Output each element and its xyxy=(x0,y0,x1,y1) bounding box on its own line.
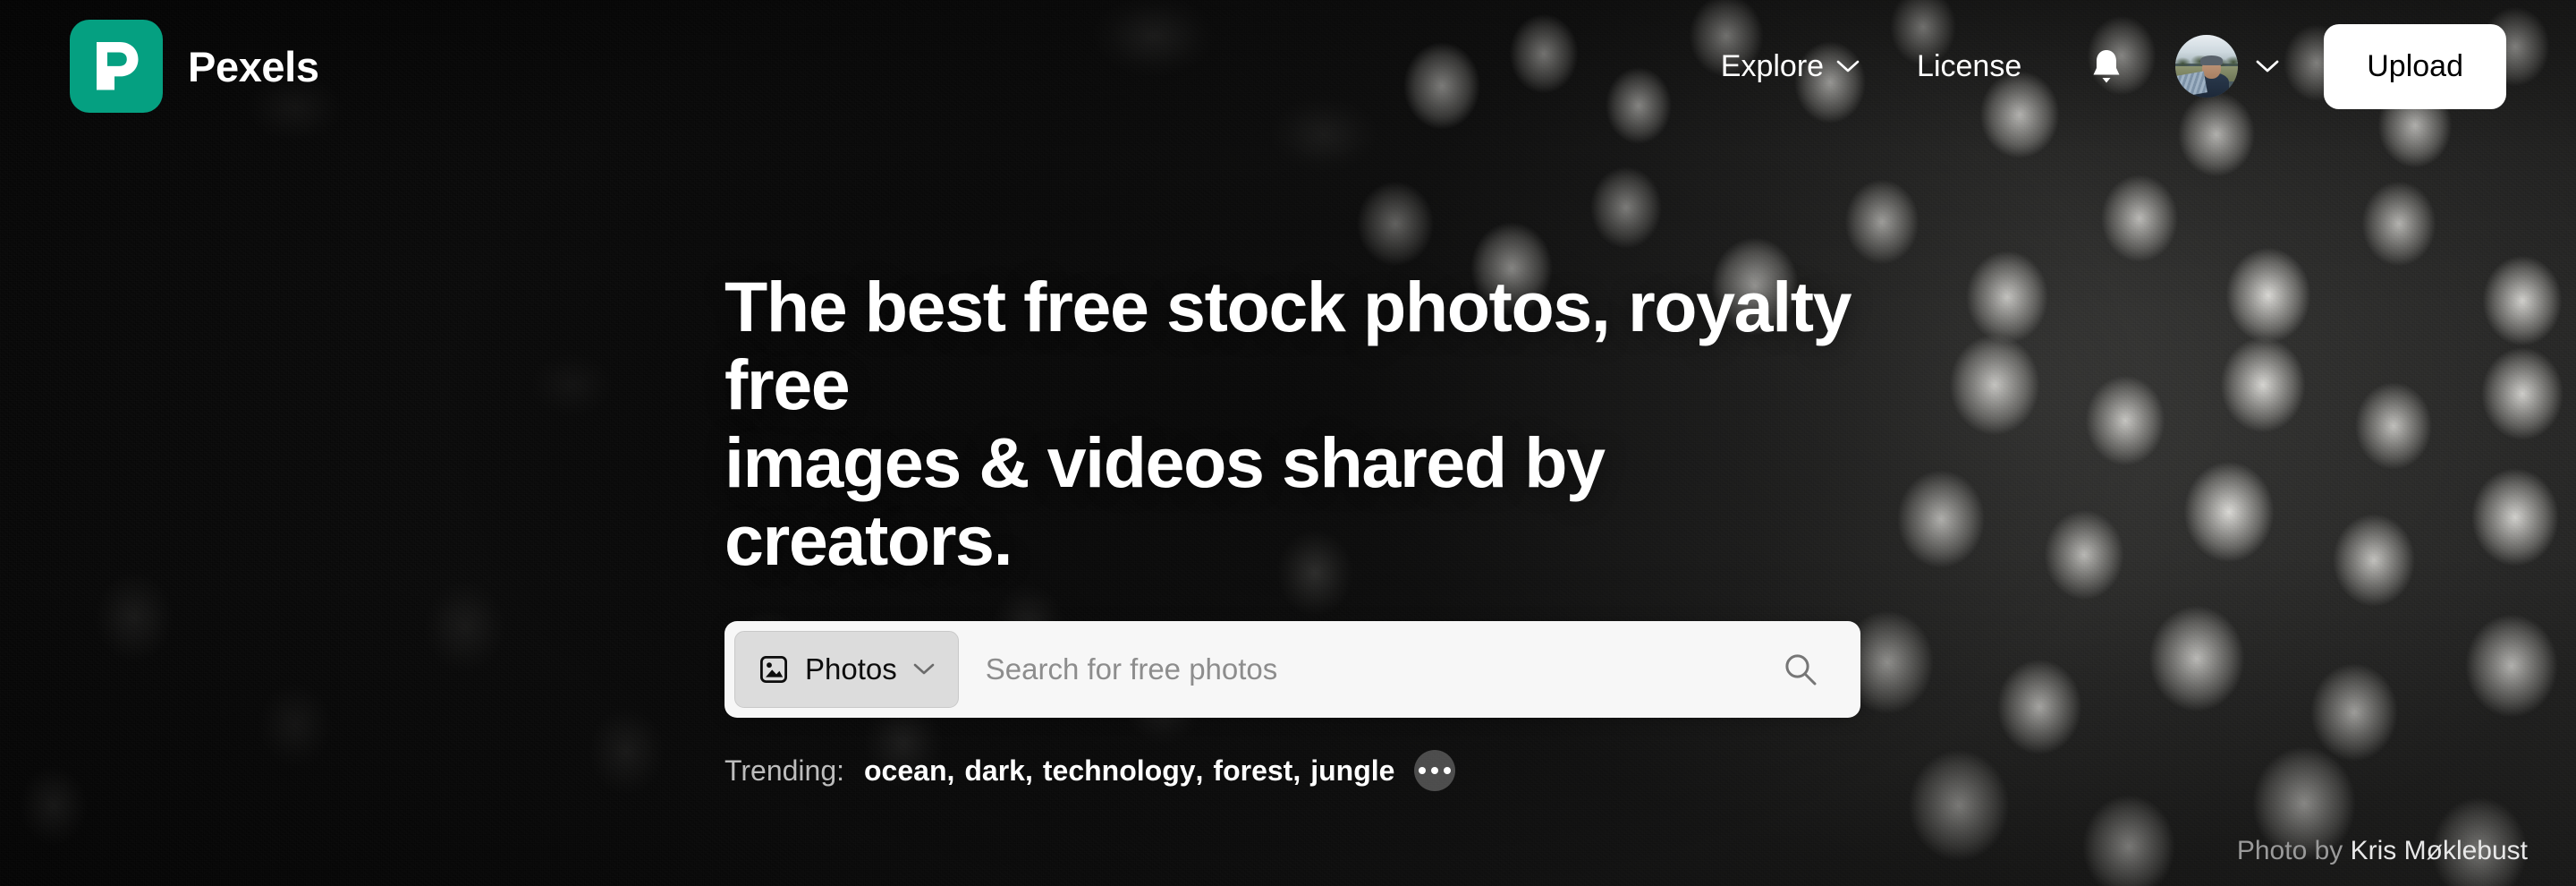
search-bar: Photos xyxy=(724,620,1860,718)
trending-more-button[interactable] xyxy=(1414,749,1456,791)
headline-line-2: images & videos shared by creators. xyxy=(724,422,1606,580)
trending-tag-ocean[interactable]: ocean xyxy=(864,756,946,785)
account-menu-button[interactable] xyxy=(2175,35,2279,98)
notifications-button[interactable] xyxy=(2073,33,2140,99)
search-input[interactable] xyxy=(958,630,1763,708)
search-submit-button[interactable] xyxy=(1763,632,1838,707)
nav-item-explore-label: Explore xyxy=(1720,49,1825,83)
chevron-down-icon xyxy=(2256,60,2279,72)
chevron-down-icon xyxy=(913,663,935,675)
upload-button[interactable]: Upload xyxy=(2324,23,2506,109)
headline-line-1: The best free stock photos, royalty free xyxy=(724,267,1852,424)
photo-credit-photographer[interactable]: Kris Møklebust xyxy=(2351,836,2528,865)
nav-item-license-label: License xyxy=(1917,49,2022,83)
pexels-logo-icon xyxy=(70,20,163,113)
trending-tag-jungle[interactable]: jungle xyxy=(1310,756,1394,785)
brand-name: Pexels xyxy=(188,42,319,90)
search-type-dropdown[interactable]: Photos xyxy=(734,630,959,708)
user-avatar xyxy=(2175,35,2239,98)
trending-tag-list: ocean, dark, technology, forest, jungle xyxy=(864,754,1395,787)
trending-label: Trending: xyxy=(724,754,844,787)
nav-item-explore[interactable]: Explore xyxy=(1692,51,1888,81)
ellipsis-icon-dot xyxy=(1444,766,1452,774)
trending-tag-forest[interactable]: forest xyxy=(1213,756,1292,785)
trending-tag-dark[interactable]: dark xyxy=(964,756,1025,785)
hero-section: Pexels Explore License Upload The best f… xyxy=(0,0,2576,886)
page-title: The best free stock photos, royalty free… xyxy=(724,268,1860,580)
bell-icon xyxy=(2093,50,2120,83)
photo-credit: Photo by Kris Møklebust xyxy=(2237,838,2528,865)
trending-tag-technology[interactable]: technology xyxy=(1043,756,1196,785)
hero-content: The best free stock photos, royalty free… xyxy=(724,268,1860,791)
ellipsis-icon-dot xyxy=(1419,766,1427,774)
image-icon xyxy=(760,655,788,683)
search-type-label: Photos xyxy=(805,652,897,686)
main-navigation: Explore License Upload xyxy=(1692,23,2506,109)
nav-item-license[interactable]: License xyxy=(1888,51,2050,81)
photo-credit-prefix: Photo by xyxy=(2236,836,2343,865)
trending-row: Trending: ocean, dark, technology, fores… xyxy=(724,749,1860,791)
ellipsis-icon-dot xyxy=(1431,766,1439,774)
search-icon xyxy=(1785,653,1817,686)
brand-home-link[interactable]: Pexels xyxy=(70,20,319,113)
site-header: Pexels Explore License Upload xyxy=(0,0,2576,132)
chevron-down-icon xyxy=(1836,60,1860,72)
